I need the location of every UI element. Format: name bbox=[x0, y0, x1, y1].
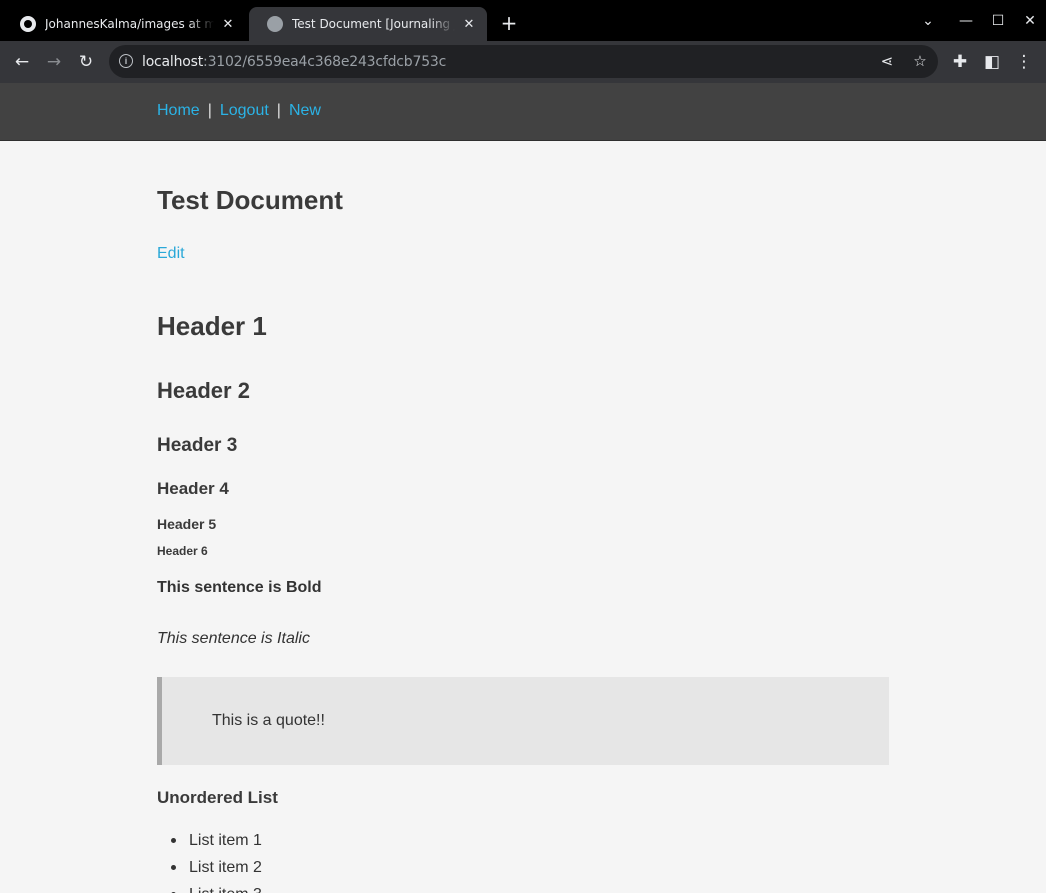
nav-separator: | bbox=[207, 102, 212, 119]
quote-text: This is a quote!! bbox=[212, 712, 325, 729]
side-panel-icon[interactable]: ◧ bbox=[979, 49, 1005, 75]
github-icon bbox=[20, 16, 36, 32]
list-item: List item 2 bbox=[157, 854, 262, 881]
heading-3: Header 3 bbox=[157, 435, 238, 456]
minimize-icon[interactable]: — bbox=[955, 10, 977, 32]
tab-close-icon[interactable]: ✕ bbox=[220, 16, 236, 32]
bold-sentence: This sentence is Bold bbox=[157, 579, 322, 596]
globe-icon bbox=[267, 16, 283, 32]
browser-tab-test-document[interactable]: Test Document [Journaling Joh ✕ bbox=[249, 7, 487, 41]
heading-1: Header 1 bbox=[157, 311, 267, 341]
list-heading: Unordered List bbox=[157, 788, 278, 807]
edit-link[interactable]: Edit bbox=[157, 245, 185, 263]
forward-icon[interactable]: → bbox=[41, 49, 67, 75]
browser-tab-github[interactable]: JohannesKalma/images at ma ✕ bbox=[2, 7, 246, 41]
reload-icon[interactable]: ↻ bbox=[73, 49, 99, 75]
tab-title: Test Document [Journaling Joh bbox=[292, 17, 455, 31]
new-tab-button[interactable]: + bbox=[498, 11, 520, 35]
site-navbar: Home | Logout | New bbox=[0, 83, 1046, 141]
address-bar[interactable]: i localhost:3102/6559ea4c368e243cfdcb753… bbox=[109, 45, 938, 78]
tab-close-icon[interactable]: ✕ bbox=[461, 16, 477, 32]
bookmark-star-icon[interactable]: ☆ bbox=[910, 51, 930, 71]
url-text[interactable]: localhost:3102/6559ea4c368e243cfdcb753c bbox=[142, 54, 446, 70]
nav-home-link[interactable]: Home bbox=[157, 102, 200, 119]
tab-search-icon[interactable]: ⌄ bbox=[917, 10, 939, 32]
list-item: List item 1 bbox=[157, 827, 262, 854]
nav-logout-link[interactable]: Logout bbox=[220, 102, 269, 119]
nav-separator: | bbox=[276, 102, 281, 119]
page-title: Test Document bbox=[157, 185, 343, 215]
extensions-icon[interactable]: ✚ bbox=[947, 49, 973, 75]
url-host: localhost bbox=[142, 54, 204, 70]
blockquote: This is a quote!! bbox=[157, 677, 889, 765]
url-path: :3102/6559ea4c368e243cfdcb753c bbox=[203, 54, 447, 70]
back-icon[interactable]: ← bbox=[9, 49, 35, 75]
heading-4: Header 4 bbox=[157, 479, 229, 498]
heading-6: Header 6 bbox=[157, 544, 208, 558]
maximize-icon[interactable]: ☐ bbox=[987, 10, 1009, 32]
close-window-icon[interactable]: ✕ bbox=[1019, 10, 1041, 32]
browser-tab-strip: JohannesKalma/images at ma ✕ Test Docume… bbox=[0, 0, 1046, 41]
heading-5: Header 5 bbox=[157, 516, 217, 532]
unordered-list: List item 1 List item 2 List item 3 bbox=[157, 827, 262, 893]
site-info-icon[interactable]: i bbox=[119, 54, 133, 68]
list-item: List item 3 bbox=[157, 881, 262, 893]
share-icon[interactable]: ⋖ bbox=[877, 51, 897, 71]
italic-sentence: This sentence is Italic bbox=[157, 630, 310, 647]
heading-2: Header 2 bbox=[157, 378, 250, 403]
tab-title: JohannesKalma/images at ma bbox=[45, 17, 214, 31]
nav-new-link[interactable]: New bbox=[289, 102, 321, 119]
browser-toolbar: ← → ↻ i localhost:3102/6559ea4c368e243cf… bbox=[0, 41, 1046, 83]
menu-icon[interactable]: ⋮ bbox=[1011, 49, 1037, 75]
